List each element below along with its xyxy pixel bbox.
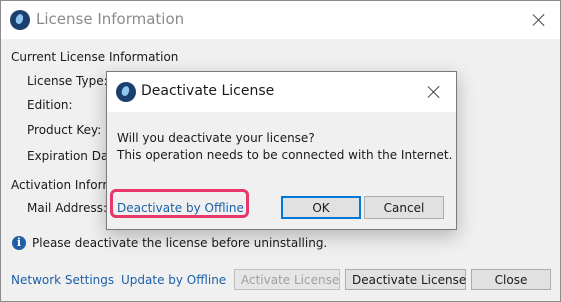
close-button[interactable]: Close: [471, 269, 551, 290]
current-license-heading: Current License Information: [11, 50, 179, 64]
app-logo-icon: [10, 10, 30, 30]
uninstall-notice: Please deactivate the license before uni…: [32, 236, 328, 250]
mail-address-label: Mail Address:: [27, 201, 108, 215]
product-key-label: Product Key:: [27, 123, 102, 137]
license-type-label: License Type:: [27, 74, 108, 88]
close-icon[interactable]: [427, 85, 441, 99]
deactivate-by-offline-link[interactable]: Deactivate by Offline: [117, 201, 244, 215]
activation-info-heading: Activation Inform: [11, 178, 115, 192]
deactivate-license-dialog: Deactivate License Will you deactivate y…: [106, 71, 457, 230]
dialog-title: Deactivate License: [141, 83, 275, 99]
close-icon[interactable]: [532, 13, 546, 27]
update-by-offline-link[interactable]: Update by Offline: [121, 273, 226, 287]
info-icon: i: [12, 236, 26, 250]
deactivate-license-button[interactable]: Deactivate License: [345, 269, 466, 290]
expiration-date-label: Expiration Da: [27, 149, 109, 163]
window-titlebar: License Information: [1, 1, 560, 39]
cancel-button[interactable]: Cancel: [364, 196, 444, 219]
dialog-titlebar: Deactivate License: [107, 72, 456, 112]
activate-license-button[interactable]: Activate License: [234, 269, 340, 290]
edition-label: Edition:: [27, 98, 73, 112]
dialog-message-line2: This operation needs to be connected wit…: [117, 148, 453, 162]
ok-button[interactable]: OK: [281, 196, 361, 219]
dialog-message-line1: Will you deactivate your license?: [117, 131, 315, 145]
window-title: License Information: [36, 10, 185, 28]
app-logo-icon: [116, 82, 136, 102]
network-settings-link[interactable]: Network Settings: [11, 273, 114, 287]
